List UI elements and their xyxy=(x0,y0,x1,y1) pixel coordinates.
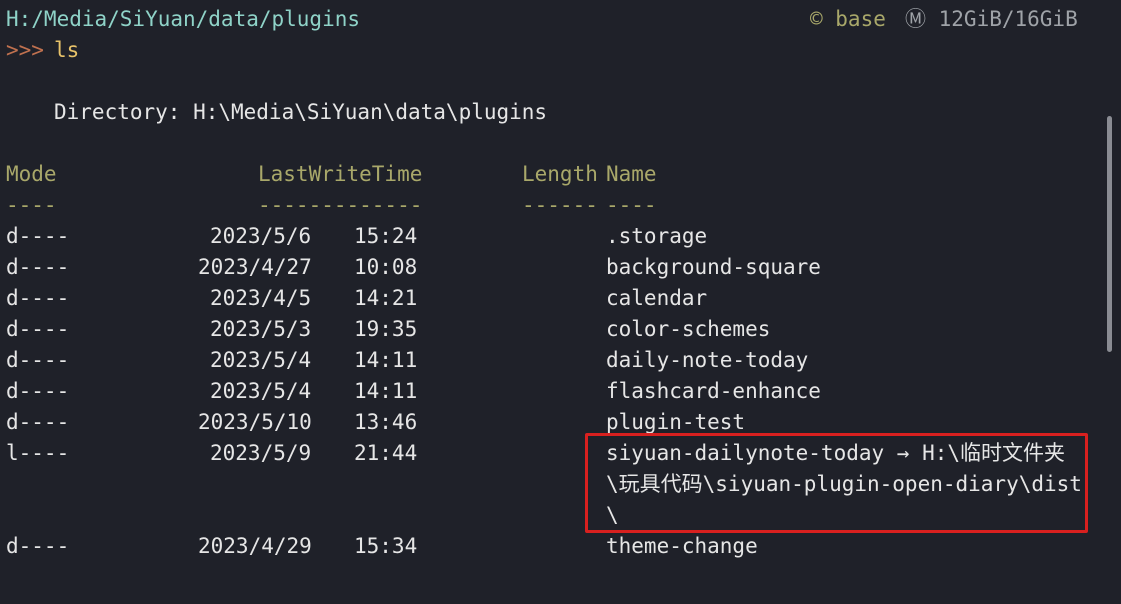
header-name: Name xyxy=(606,162,657,186)
underline-length: ------ xyxy=(522,193,598,217)
header-length: Length xyxy=(522,162,598,186)
row-time: 10:08 xyxy=(354,255,418,279)
row-time: 14:21 xyxy=(354,286,418,310)
row-date: 2023/4/29 xyxy=(198,534,312,558)
underline-name: ---- xyxy=(606,193,657,217)
row-name: .storage xyxy=(606,224,708,248)
row-mode: d---- xyxy=(6,410,70,434)
row-mode: d---- xyxy=(6,286,70,310)
row-name: theme-change xyxy=(606,534,758,558)
row-date: 2023/5/6 xyxy=(210,224,312,248)
row-time: 21:44 xyxy=(354,441,418,465)
row-date: 2023/4/27 xyxy=(198,255,312,279)
row-mode: d---- xyxy=(6,348,70,372)
highlight-annotation-box xyxy=(585,433,1088,533)
row-date: 2023/5/9 xyxy=(210,441,312,465)
row-mode: d---- xyxy=(6,379,70,403)
row-date: 2023/5/3 xyxy=(210,317,312,341)
prompt-arrows-icon: >>> xyxy=(6,38,44,62)
row-mode: d---- xyxy=(6,224,70,248)
row-date: 2023/5/4 xyxy=(210,348,312,372)
row-mode: d---- xyxy=(6,255,70,279)
row-time: 13:46 xyxy=(354,410,418,434)
row-date: 2023/5/10 xyxy=(198,410,312,434)
memory-usage-indicator: Ⓜ 12GiB/16GiB xyxy=(905,7,1078,31)
directory-line: Directory: H:\Media\SiYuan\data\plugins xyxy=(54,100,548,124)
underline-lastwritetime: ------------- xyxy=(258,193,423,217)
row-mode: d---- xyxy=(6,317,70,341)
row-time: 14:11 xyxy=(354,379,418,403)
row-name: flashcard-enhance xyxy=(606,379,821,403)
row-name: calendar xyxy=(606,286,708,310)
command-text: ls xyxy=(54,38,80,62)
row-date: 2023/5/4 xyxy=(210,379,312,403)
header-mode: Mode xyxy=(6,162,57,186)
row-time: 15:34 xyxy=(354,534,418,558)
row-name: daily-note-today xyxy=(606,348,809,372)
row-mode: l---- xyxy=(6,441,70,465)
prompt-path: H:/Media/SiYuan/data/plugins xyxy=(6,7,361,31)
underline-mode: ---- xyxy=(6,193,57,217)
row-name: color-schemes xyxy=(606,317,771,341)
row-mode: d---- xyxy=(6,534,70,558)
row-time: 15:24 xyxy=(354,224,418,248)
row-name: background-square xyxy=(606,255,821,279)
conda-env-indicator: © base xyxy=(810,7,886,31)
row-time: 19:35 xyxy=(354,317,418,341)
header-lastwritetime: LastWriteTime xyxy=(258,162,423,186)
scrollbar-thumb[interactable] xyxy=(1107,116,1112,352)
row-time: 14:11 xyxy=(354,348,418,372)
row-date: 2023/4/5 xyxy=(210,286,312,310)
